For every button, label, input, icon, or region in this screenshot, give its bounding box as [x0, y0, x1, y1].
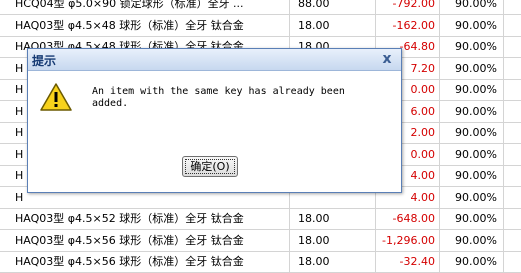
row-rate-cell: 90.00% [440, 79, 504, 100]
row-edge-cell [504, 36, 521, 57]
message-dialog: 提示 x An item with the same key has alrea… [27, 48, 402, 193]
row-name-cell: HAQ03型 φ4.5×48 球形（标准）全牙 钛合金 [0, 14, 290, 36]
dialog-titlebar[interactable]: 提示 x [28, 49, 401, 71]
row-name-cell: HAQ03型 φ4.5×56 球形（标准）全牙 钛合金 [0, 229, 290, 251]
warning-icon [40, 83, 72, 111]
row-name-cell: HCQ04型 φ5.0×90 锁定球形（标准）全牙 ... [0, 0, 290, 14]
row-rate-cell: 90.00% [440, 143, 504, 165]
row-qty-cell: 18.00 [290, 14, 376, 36]
table-row[interactable]: HAQ03型 φ4.5×56 球形（标准）全牙 钛合金 18.00 -32.40 90… [0, 251, 521, 273]
row-qty-cell: 18.00 [290, 251, 376, 272]
row-edge-cell [504, 230, 521, 251]
row-edge-cell [504, 251, 521, 272]
row-edge-cell [504, 144, 521, 165]
row-edge-cell [504, 0, 521, 14]
row-edge-cell [504, 79, 521, 100]
row-rate-cell: 90.00% [440, 229, 504, 251]
table-row[interactable]: HAQ03型 φ4.5×48 球形（标准）全牙 钛合金 18.00 -162.00 9… [0, 14, 521, 37]
row-rate-cell: 90.00% [440, 100, 504, 122]
row-rate-cell: 90.00% [440, 208, 504, 229]
row-name-cell: HAQ03型 φ4.5×56 球形（标准）全牙 钛合金 [0, 251, 290, 272]
row-rate-cell: 90.00% [440, 14, 504, 36]
row-rate-cell: 90.00% [440, 36, 504, 57]
row-amount-cell: -32.40 [376, 251, 440, 272]
dialog-title: 提示 [32, 54, 57, 68]
row-edge-cell [504, 15, 521, 36]
row-rate-cell: 90.00% [440, 251, 504, 272]
row-amount-cell: -1,296.00 [376, 229, 440, 251]
row-amount-cell: -792.00 [376, 0, 440, 14]
row-amount-cell: -162.00 [376, 14, 440, 36]
row-edge-cell [504, 58, 521, 79]
close-icon[interactable]: x [379, 51, 395, 67]
row-qty-cell: 88.00 [290, 0, 376, 14]
table-row[interactable]: HAQ03型 φ4.5×56 球形（标准）全牙 钛合金 18.00 -1,296.0… [0, 229, 521, 252]
row-edge-cell [504, 208, 521, 229]
row-name-cell: HAQ03型 φ4.5×52 球形（标准）全牙 钛合金 [0, 208, 290, 229]
row-edge-cell [504, 122, 521, 143]
row-rate-cell: 90.00% [440, 57, 504, 79]
table-row[interactable]: HAQ03型 φ4.5×52 球形（标准）全牙 钛合金 18.00 -648.00 9… [0, 208, 521, 230]
row-edge-cell [504, 165, 521, 186]
row-amount-cell: -648.00 [376, 208, 440, 229]
row-qty-cell: 18.00 [290, 229, 376, 251]
dialog-body: An item with the same key has already be… [28, 71, 401, 192]
ok-button[interactable]: 确定(O) [182, 156, 238, 177]
row-rate-cell: 90.00% [440, 186, 504, 208]
row-rate-cell: 90.00% [440, 165, 504, 186]
row-rate-cell: 90.00% [440, 0, 504, 14]
dialog-message: An item with the same key has already be… [92, 86, 345, 109]
row-edge-cell [504, 187, 521, 208]
row-edge-cell [504, 101, 521, 122]
table-row[interactable]: HCQ04型 φ5.0×90 锁定球形（标准）全牙 ... 88.00 -792.0… [0, 0, 521, 15]
row-qty-cell: 18.00 [290, 208, 376, 229]
row-rate-cell: 90.00% [440, 122, 504, 143]
